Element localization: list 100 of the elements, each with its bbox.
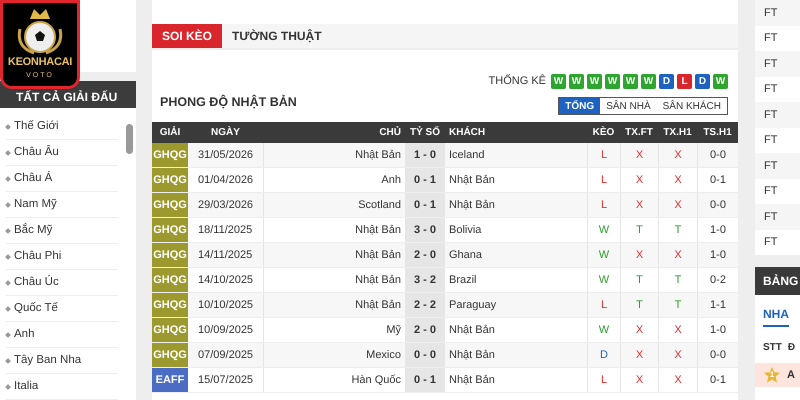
league-link[interactable]: Italia — [6, 374, 118, 400]
bullet-icon — [5, 306, 11, 312]
table-cell: 0 - 0 — [405, 343, 445, 368]
column-header: TỶ SỐ — [408, 125, 441, 140]
result-badge: L — [677, 74, 692, 89]
table-cell: 1-0 — [697, 218, 738, 242]
result-badge: W — [551, 74, 566, 89]
table-cell-text: 15/07/2025 — [197, 373, 254, 388]
section-title: PHONG ĐỘ NHẬT BẢN — [160, 94, 297, 110]
league-link[interactable]: Châu Âu — [6, 140, 118, 166]
stats-label: THỐNG KÊ — [488, 73, 546, 89]
table-cell: W — [587, 318, 620, 342]
table-cell: X — [620, 143, 658, 168]
table-cell-text: 07/09/2025 — [197, 348, 254, 363]
table-cell: X — [620, 343, 658, 368]
result-badge: W — [587, 74, 602, 89]
result-badge: W — [713, 74, 728, 89]
table-cell-text: Nhật Bản — [448, 323, 496, 338]
table-cell: X — [620, 193, 658, 218]
league-link[interactable]: Thế Giới — [6, 114, 118, 140]
table-cell: T — [658, 268, 697, 292]
bullet-icon — [5, 280, 11, 286]
table-cell-text: Bolivia — [448, 223, 482, 238]
bullet-icon — [5, 254, 11, 260]
table-cell-text: Brazil — [448, 273, 478, 288]
team-name: A — [787, 368, 795, 383]
table-cell: 0 - 1 — [405, 168, 445, 192]
table-cell: X — [620, 368, 658, 392]
table-cell: X — [658, 343, 697, 368]
table-cell: 0-0 — [697, 143, 738, 168]
table-cell: X — [620, 168, 658, 192]
column-header: NGÀY — [210, 125, 241, 140]
table-cell: X — [620, 243, 658, 268]
table-cell: 1-1 — [697, 293, 738, 318]
table-cell: D — [587, 343, 620, 368]
league-tag[interactable]: EAFF — [152, 368, 188, 392]
table-cell: 2 - 2 — [405, 293, 445, 318]
table-cell: X — [658, 168, 697, 192]
table-cell-text: 01/04/2026 — [197, 173, 254, 188]
league-link[interactable]: Anh — [6, 322, 118, 348]
table-cell: T — [658, 293, 697, 318]
table-cell: W — [587, 218, 620, 242]
result-badge: D — [695, 74, 710, 89]
table-cell: T — [620, 218, 658, 242]
bullet-icon — [5, 124, 11, 130]
bullet-icon — [5, 202, 11, 208]
table-cell: L — [587, 368, 620, 392]
table-cell: T — [620, 268, 658, 292]
table-cell: T — [658, 218, 697, 242]
column-header: KHÁCH — [448, 125, 486, 140]
standings-tab[interactable]: NHA — [763, 305, 789, 327]
match-status: FT — [755, 102, 800, 128]
tab[interactable]: TƯỜNG THUẬT — [222, 24, 332, 48]
table-cell: 0 - 1 — [405, 368, 445, 392]
table-cell: 0-0 — [697, 193, 738, 218]
column-header: GIẢI — [158, 125, 182, 140]
table-cell: X — [658, 243, 697, 268]
match-status: FT — [755, 0, 800, 26]
league-link[interactable]: Bắc Mỹ — [6, 218, 118, 244]
column-header: TS.H1 — [702, 126, 733, 140]
column-header: CHỦ — [378, 125, 402, 140]
league-link[interactable]: Châu Á — [6, 166, 118, 192]
table-cell: X — [658, 368, 697, 392]
table-cell: L — [587, 193, 620, 218]
league-link[interactable]: Tây Ban Nha — [6, 348, 118, 374]
table-cell-text: 14/11/2025 — [197, 248, 254, 263]
standings-header: BẢNG — [755, 267, 800, 295]
match-status: FT — [755, 51, 800, 76]
filter-tab[interactable]: SÂN KHÁCH — [656, 98, 727, 114]
scrollbar-thumb[interactable] — [126, 124, 133, 154]
table-cell: 1 - 0 — [405, 143, 445, 168]
table-cell-text: Nhật Bản — [448, 348, 496, 363]
column-header: Đ — [788, 340, 796, 354]
column-header: STT — [763, 340, 782, 354]
column-header: TX.H1 — [662, 126, 693, 140]
league-link[interactable]: Châu Phi — [6, 244, 118, 270]
filter-tab[interactable]: SÂN NHÀ — [600, 98, 657, 114]
league-link[interactable]: Châu Úc — [6, 270, 118, 296]
result-badge: W — [569, 74, 584, 89]
table-cell: 1-0 — [697, 318, 738, 342]
filter-tab[interactable]: TỔNG — [559, 98, 600, 114]
league-link[interactable]: Nam Mỹ — [6, 192, 118, 218]
table-cell-text: 31/05/2026 — [197, 148, 254, 163]
match-status: FT — [755, 153, 800, 178]
table-cell: 3 - 2 — [405, 268, 445, 292]
table-cell: 2 - 0 — [405, 243, 445, 268]
bullet-icon — [5, 384, 11, 390]
logo-text: KEONHACAI — [8, 57, 72, 68]
table-cell-text: 10/09/2025 — [197, 323, 254, 338]
bullet-icon — [5, 228, 11, 234]
table-cell: 0-2 — [697, 268, 738, 292]
tab[interactable]: SOI KÈO — [152, 24, 222, 48]
league-link[interactable]: Quốc Tế — [6, 296, 118, 322]
column-header: KÈO — [592, 125, 616, 140]
table-cell: 0-1 — [697, 168, 738, 192]
table-cell-text: 29/03/2026 — [197, 198, 254, 213]
table-cell: T — [620, 293, 658, 318]
table-cell: X — [620, 318, 658, 342]
result-badge: W — [623, 74, 638, 89]
table-cell: 0-1 — [697, 368, 738, 392]
